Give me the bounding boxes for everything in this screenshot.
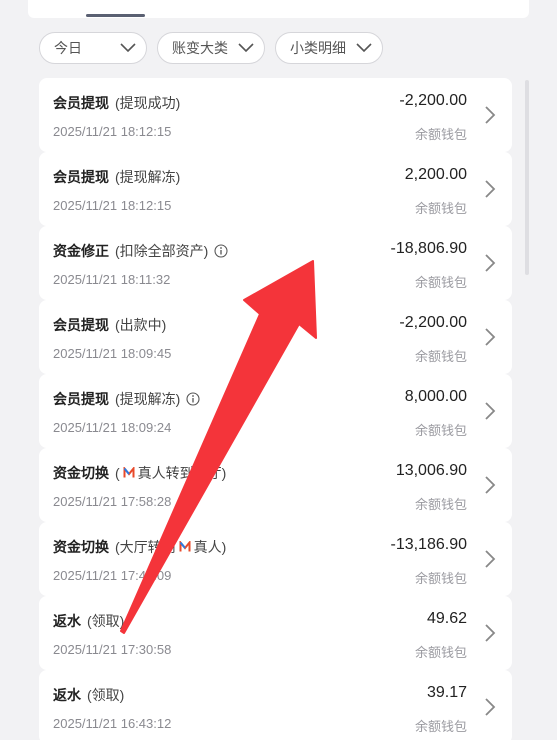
record-amount: -2,200.00 bbox=[399, 314, 467, 331]
record-wallet: 余额钱包 bbox=[414, 645, 467, 660]
record-time: 2025/11/21 16:43:12 bbox=[53, 716, 172, 731]
record-amount: 39.17 bbox=[426, 684, 467, 701]
record-wallet: 余额钱包 bbox=[414, 719, 467, 734]
record-subtype: (提现成功) bbox=[115, 95, 181, 111]
scrollbar[interactable] bbox=[525, 80, 529, 275]
record-time: 2025/11/21 17:49:09 bbox=[53, 568, 172, 583]
record-subtype: (提现解冻) bbox=[115, 169, 181, 185]
record-title-line: 会员提现 (提现解冻) bbox=[53, 389, 200, 409]
subcategory-filter-dropdown[interactable]: 小类明细 bbox=[275, 32, 383, 64]
record-type: 返水 bbox=[53, 687, 81, 703]
chevron-down-icon bbox=[120, 43, 136, 53]
record-title-line: 资金修正 (扣除全部资产) bbox=[53, 241, 228, 261]
transaction-row[interactable]: 会员提现 (提现解冻) 2025/11/21 18:09:24 8,000.00… bbox=[39, 374, 512, 448]
chevron-right-icon bbox=[485, 328, 496, 346]
record-time: 2025/11/21 18:12:15 bbox=[53, 198, 172, 213]
record-type: 资金修正 bbox=[53, 243, 109, 259]
record-type: 会员提现 bbox=[53, 169, 109, 185]
record-amount: 49.62 bbox=[426, 610, 467, 627]
chevron-right-icon bbox=[485, 106, 496, 124]
info-icon[interactable] bbox=[214, 244, 228, 258]
record-amount: 13,006.90 bbox=[395, 462, 467, 479]
chevron-down-icon bbox=[238, 43, 254, 53]
record-subtype-prefix: ( bbox=[115, 465, 120, 481]
transaction-row[interactable]: 返水 (领取) 2025/11/21 16:43:12 39.17 余额钱包 bbox=[39, 670, 512, 740]
category-filter-dropdown[interactable]: 账变大类 bbox=[157, 32, 265, 64]
record-wallet: 余额钱包 bbox=[414, 571, 467, 586]
transaction-row[interactable]: 会员提现 (出款中) 2025/11/21 18:09:45 -2,200.00… bbox=[39, 300, 512, 374]
record-time: 2025/11/21 18:12:15 bbox=[53, 124, 172, 139]
record-subtype: (出款中) bbox=[115, 317, 167, 333]
record-type: 会员提现 bbox=[53, 95, 109, 111]
record-wallet: 余额钱包 bbox=[414, 275, 467, 290]
chevron-down-icon bbox=[356, 43, 372, 53]
transaction-row[interactable]: 资金切换 (大厅转到 真人 ) 2025/11/21 17:49:09 -13,… bbox=[39, 522, 512, 596]
record-time: 2025/11/21 18:11:32 bbox=[53, 272, 171, 287]
top-tab-bar bbox=[0, 0, 557, 18]
record-title-line: 返水 (领取) bbox=[53, 685, 124, 705]
transaction-row[interactable]: 返水 (领取) 2025/11/21 17:30:58 49.62 余额钱包 bbox=[39, 596, 512, 670]
record-amount: -13,186.90 bbox=[390, 536, 467, 553]
record-time: 2025/11/21 18:09:45 bbox=[53, 346, 172, 361]
record-wallet: 余额钱包 bbox=[414, 127, 467, 142]
record-subtype-suffix: ) bbox=[221, 465, 227, 481]
record-type: 会员提现 bbox=[53, 317, 109, 333]
record-subtype: (领取) bbox=[87, 613, 125, 629]
live-casino-logo-icon bbox=[178, 541, 191, 553]
record-wallet: 余额钱包 bbox=[414, 349, 467, 364]
transaction-row[interactable]: 资金切换 ( 真人转到大厅 ) 2025/11/21 17:58:28 13,0… bbox=[39, 448, 512, 522]
chevron-right-icon bbox=[485, 476, 496, 494]
record-subtype-target: 真人转到大厅 bbox=[137, 465, 222, 481]
date-filter-dropdown[interactable]: 今日 bbox=[39, 32, 147, 64]
transaction-row[interactable]: 会员提现 (提现解冻) 2025/11/21 18:12:15 2,200.00… bbox=[39, 152, 512, 226]
record-time: 2025/11/21 17:30:58 bbox=[53, 642, 172, 657]
record-title-line: 资金切换 (大厅转到 真人 ) bbox=[53, 537, 226, 557]
filter-bar: 今日 账变大类 小类明细 bbox=[39, 32, 383, 64]
record-title-line: 资金切换 ( 真人转到大厅 ) bbox=[53, 463, 226, 483]
chevron-right-icon bbox=[485, 402, 496, 420]
transaction-row[interactable]: 会员提现 (提现成功) 2025/11/21 18:12:15 -2,200.0… bbox=[39, 78, 512, 152]
record-wallet: 余额钱包 bbox=[414, 497, 467, 512]
chevron-right-icon bbox=[485, 624, 496, 642]
record-title-line: 会员提现 (出款中) bbox=[53, 315, 166, 335]
active-tab-indicator bbox=[86, 14, 145, 17]
chevron-right-icon bbox=[485, 698, 496, 716]
record-amount: -18,806.90 bbox=[390, 240, 467, 257]
record-wallet: 余额钱包 bbox=[414, 423, 467, 438]
record-amount: 8,000.00 bbox=[404, 388, 467, 405]
record-subtype: (领取) bbox=[87, 687, 125, 703]
record-amount: -2,200.00 bbox=[399, 92, 467, 109]
chevron-right-icon bbox=[485, 550, 496, 568]
record-title-line: 会员提现 (提现解冻) bbox=[53, 167, 180, 187]
live-casino-logo-icon bbox=[122, 467, 135, 479]
record-title-line: 会员提现 (提现成功) bbox=[53, 93, 180, 113]
chevron-right-icon bbox=[485, 180, 496, 198]
record-wallet: 余额钱包 bbox=[414, 201, 467, 216]
record-type: 资金切换 bbox=[53, 465, 109, 481]
record-type: 返水 bbox=[53, 613, 81, 629]
record-subtype: (扣除全部资产) bbox=[115, 243, 209, 259]
record-amount: 2,200.00 bbox=[404, 166, 467, 183]
record-subtype: (提现解冻) bbox=[115, 391, 181, 407]
record-type: 会员提现 bbox=[53, 391, 109, 407]
subcategory-filter-label: 小类明细 bbox=[290, 40, 346, 56]
info-icon[interactable] bbox=[186, 392, 200, 406]
record-type: 资金切换 bbox=[53, 539, 109, 555]
record-subtype-suffix: ) bbox=[221, 539, 227, 555]
record-time: 2025/11/21 18:09:24 bbox=[53, 420, 172, 435]
chevron-right-icon bbox=[485, 254, 496, 272]
transaction-row[interactable]: 资金修正 (扣除全部资产) 2025/11/21 18:11:32 -18,80… bbox=[39, 226, 512, 300]
record-title-line: 返水 (领取) bbox=[53, 611, 124, 631]
record-time: 2025/11/21 17:58:28 bbox=[53, 494, 172, 509]
category-filter-label: 账变大类 bbox=[172, 40, 228, 56]
record-subtype-prefix: (大厅转到 bbox=[115, 539, 176, 555]
record-subtype-target: 真人 bbox=[193, 539, 222, 555]
date-filter-label: 今日 bbox=[54, 40, 82, 56]
